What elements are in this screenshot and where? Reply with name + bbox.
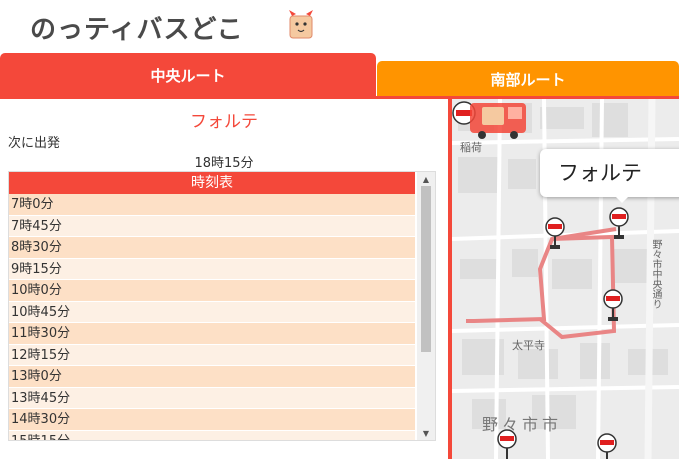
timetable-scrollbar[interactable]: ▲ ▼	[417, 172, 435, 440]
timetable-header: 時刻表	[9, 172, 415, 194]
map-label-inari: 稲荷	[460, 141, 482, 154]
app-header: のっティバスどこ	[0, 0, 679, 52]
stop-name: フォルテ	[190, 112, 258, 132]
timetable-row: 10時45分	[9, 301, 415, 323]
timetable-row: 9時15分	[9, 258, 415, 280]
bus-stop-marker-icon[interactable]	[544, 217, 566, 251]
scrollbar-thumb[interactable]	[421, 186, 431, 352]
timetable-row: 13時45分	[9, 387, 415, 409]
timetable-row: 13時0分	[9, 366, 415, 388]
mascot-icon	[289, 10, 313, 39]
route-map[interactable]: 稲荷 太平寺 野々市市 野々市中央通り フォルテ	[452, 99, 679, 459]
tab-central-route[interactable]: 中央ルート	[0, 53, 376, 97]
map-label-city: 野々市市	[482, 415, 563, 434]
app-title: のっティバスどこ	[30, 15, 244, 45]
bus-stop-marker-icon[interactable]	[596, 433, 618, 459]
timetable-row: 7時0分	[9, 194, 415, 216]
timetable-row: 10時0分	[9, 280, 415, 302]
bus-stop-marker-icon[interactable]	[602, 289, 624, 323]
scroll-down-arrow-icon[interactable]: ▼	[417, 426, 435, 440]
map-tooltip-tail	[614, 195, 630, 203]
bus-stop-marker-icon[interactable]	[608, 207, 630, 241]
map-label-temple: 太平寺	[512, 339, 545, 352]
scroll-up-arrow-icon[interactable]: ▲	[417, 172, 435, 186]
stop-info-panel: フォルテ 次に出発 18時15分 時刻表 7時0分 7時45分 8時30分 9時…	[0, 99, 448, 459]
timetable-row: 12時15分	[9, 344, 415, 366]
next-departure-label: 次に出発	[8, 136, 61, 151]
bus-stop-marker-icon[interactable]	[496, 429, 518, 459]
map-stop-tooltip: フォルテ	[540, 149, 679, 197]
map-label-road: 野々市中央通り	[650, 239, 661, 309]
timetable[interactable]: 時刻表 7時0分 7時45分 8時30分 9時15分 10時0分 10時45分 …	[8, 171, 436, 441]
bus-icon[interactable]	[452, 99, 538, 141]
timetable-row: 14時30分	[9, 409, 415, 431]
tab-south-route-label: 南部ルート	[490, 70, 566, 89]
timetable-row: 11時30分	[9, 323, 415, 345]
next-departure-time: 18時15分	[194, 156, 254, 171]
timetable-row: 7時45分	[9, 215, 415, 237]
tab-south-route[interactable]: 南部ルート	[377, 61, 679, 97]
timetable-row: 8時30分	[9, 237, 415, 259]
timetable-rows: 7時0分 7時45分 8時30分 9時15分 10時0分 10時45分 11時3…	[9, 194, 415, 440]
timetable-row: 15時15分	[9, 430, 415, 440]
tab-central-route-label: 中央ルート	[150, 66, 226, 85]
